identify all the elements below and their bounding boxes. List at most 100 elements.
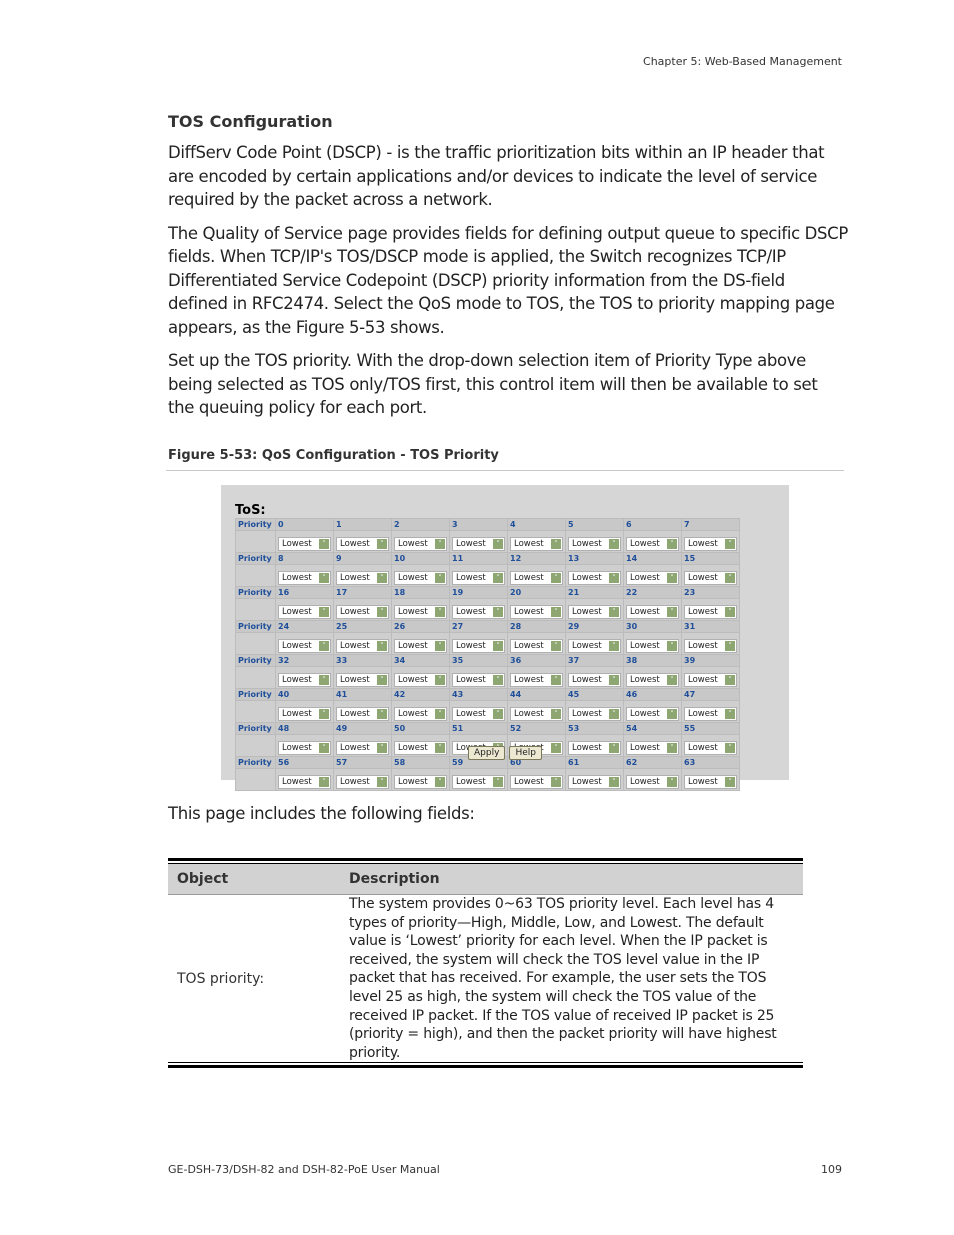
tos-priority-select[interactable]: Lowest ˅ <box>626 537 679 551</box>
tos-priority-select[interactable]: Lowest ˅ <box>336 639 389 653</box>
chevron-down-icon[interactable]: ˅ <box>725 709 735 719</box>
tos-priority-select[interactable]: Lowest ˅ <box>336 707 389 721</box>
chevron-down-icon[interactable]: ˅ <box>609 539 619 549</box>
chevron-down-icon[interactable]: ˅ <box>667 675 677 685</box>
chevron-down-icon[interactable]: ˅ <box>667 607 677 617</box>
chevron-down-icon[interactable]: ˅ <box>377 641 387 651</box>
tos-priority-select[interactable]: Lowest ˅ <box>278 571 331 585</box>
tos-priority-select[interactable]: Lowest ˅ <box>394 707 447 721</box>
chevron-down-icon[interactable]: ˅ <box>667 539 677 549</box>
chevron-down-icon[interactable]: ˅ <box>435 573 445 583</box>
chevron-down-icon[interactable]: ˅ <box>725 777 735 787</box>
tos-priority-select[interactable]: Lowest ˅ <box>684 639 737 653</box>
chevron-down-icon[interactable]: ˅ <box>609 777 619 787</box>
tos-priority-select[interactable]: Lowest ˅ <box>278 639 331 653</box>
tos-priority-select[interactable]: Lowest ˅ <box>510 571 563 585</box>
chevron-down-icon[interactable]: ˅ <box>725 641 735 651</box>
tos-priority-select[interactable]: Lowest ˅ <box>510 639 563 653</box>
chevron-down-icon[interactable]: ˅ <box>725 675 735 685</box>
tos-priority-select[interactable]: Lowest ˅ <box>626 571 679 585</box>
chevron-down-icon[interactable]: ˅ <box>493 573 503 583</box>
chevron-down-icon[interactable]: ˅ <box>667 641 677 651</box>
chevron-down-icon[interactable]: ˅ <box>725 607 735 617</box>
chevron-down-icon[interactable]: ˅ <box>319 641 329 651</box>
tos-priority-select[interactable]: Lowest ˅ <box>394 571 447 585</box>
tos-priority-select[interactable]: Lowest ˅ <box>278 775 331 789</box>
tos-priority-select[interactable]: Lowest ˅ <box>510 605 563 619</box>
chevron-down-icon[interactable]: ˅ <box>725 539 735 549</box>
chevron-down-icon[interactable]: ˅ <box>551 573 561 583</box>
tos-priority-select[interactable]: Lowest ˅ <box>568 775 621 789</box>
tos-priority-select[interactable]: Lowest ˅ <box>452 571 505 585</box>
chevron-down-icon[interactable]: ˅ <box>493 709 503 719</box>
chevron-down-icon[interactable]: ˅ <box>377 675 387 685</box>
chevron-down-icon[interactable]: ˅ <box>493 539 503 549</box>
chevron-down-icon[interactable]: ˅ <box>667 709 677 719</box>
chevron-down-icon[interactable]: ˅ <box>609 641 619 651</box>
tos-priority-select[interactable]: Lowest ˅ <box>684 605 737 619</box>
tos-priority-select[interactable]: Lowest ˅ <box>394 537 447 551</box>
chevron-down-icon[interactable]: ˅ <box>609 709 619 719</box>
chevron-down-icon[interactable]: ˅ <box>435 777 445 787</box>
tos-priority-select[interactable]: Lowest ˅ <box>568 537 621 551</box>
chevron-down-icon[interactable]: ˅ <box>551 777 561 787</box>
chevron-down-icon[interactable]: ˅ <box>551 607 561 617</box>
tos-priority-select[interactable]: Lowest ˅ <box>278 537 331 551</box>
tos-priority-select[interactable]: Lowest ˅ <box>568 639 621 653</box>
chevron-down-icon[interactable]: ˅ <box>667 573 677 583</box>
chevron-down-icon[interactable]: ˅ <box>435 709 445 719</box>
chevron-down-icon[interactable]: ˅ <box>609 675 619 685</box>
tos-priority-select[interactable]: Lowest ˅ <box>452 605 505 619</box>
chevron-down-icon[interactable]: ˅ <box>319 607 329 617</box>
tos-priority-select[interactable]: Lowest ˅ <box>278 673 331 687</box>
chevron-down-icon[interactable]: ˅ <box>551 675 561 685</box>
chevron-down-icon[interactable]: ˅ <box>435 675 445 685</box>
chevron-down-icon[interactable]: ˅ <box>493 777 503 787</box>
chevron-down-icon[interactable]: ˅ <box>551 539 561 549</box>
tos-priority-select[interactable]: Lowest ˅ <box>684 707 737 721</box>
chevron-down-icon[interactable]: ˅ <box>725 573 735 583</box>
tos-priority-select[interactable]: Lowest ˅ <box>452 673 505 687</box>
tos-priority-select[interactable]: Lowest ˅ <box>394 639 447 653</box>
chevron-down-icon[interactable]: ˅ <box>319 539 329 549</box>
tos-priority-select[interactable]: Lowest ˅ <box>568 673 621 687</box>
tos-priority-select[interactable]: Lowest ˅ <box>568 707 621 721</box>
tos-priority-select[interactable]: Lowest ˅ <box>510 707 563 721</box>
tos-priority-select[interactable]: Lowest ˅ <box>510 775 563 789</box>
chevron-down-icon[interactable]: ˅ <box>319 573 329 583</box>
chevron-down-icon[interactable]: ˅ <box>377 777 387 787</box>
chevron-down-icon[interactable]: ˅ <box>551 641 561 651</box>
chevron-down-icon[interactable]: ˅ <box>319 777 329 787</box>
tos-priority-select[interactable]: Lowest ˅ <box>684 775 737 789</box>
chevron-down-icon[interactable]: ˅ <box>667 777 677 787</box>
tos-priority-select[interactable]: Lowest ˅ <box>394 775 447 789</box>
chevron-down-icon[interactable]: ˅ <box>435 539 445 549</box>
tos-priority-select[interactable]: Lowest ˅ <box>452 707 505 721</box>
tos-priority-select[interactable]: Lowest ˅ <box>278 605 331 619</box>
tos-priority-select[interactable]: Lowest ˅ <box>684 571 737 585</box>
tos-priority-select[interactable]: Lowest ˅ <box>626 775 679 789</box>
apply-button[interactable]: Apply <box>468 746 506 760</box>
tos-priority-select[interactable]: Lowest ˅ <box>336 673 389 687</box>
chevron-down-icon[interactable]: ˅ <box>609 573 619 583</box>
tos-priority-select[interactable]: Lowest ˅ <box>684 673 737 687</box>
tos-priority-select[interactable]: Lowest ˅ <box>336 571 389 585</box>
help-button[interactable]: Help <box>509 746 542 760</box>
chevron-down-icon[interactable]: ˅ <box>551 709 561 719</box>
chevron-down-icon[interactable]: ˅ <box>377 709 387 719</box>
chevron-down-icon[interactable]: ˅ <box>377 539 387 549</box>
tos-priority-select[interactable]: Lowest ˅ <box>452 537 505 551</box>
chevron-down-icon[interactable]: ˅ <box>493 675 503 685</box>
tos-priority-select[interactable]: Lowest ˅ <box>336 605 389 619</box>
tos-priority-select[interactable]: Lowest ˅ <box>394 673 447 687</box>
tos-priority-select[interactable]: Lowest ˅ <box>568 571 621 585</box>
chevron-down-icon[interactable]: ˅ <box>493 641 503 651</box>
chevron-down-icon[interactable]: ˅ <box>435 641 445 651</box>
tos-priority-select[interactable]: Lowest ˅ <box>452 639 505 653</box>
tos-priority-select[interactable]: Lowest ˅ <box>394 605 447 619</box>
tos-priority-select[interactable]: Lowest ˅ <box>278 707 331 721</box>
chevron-down-icon[interactable]: ˅ <box>609 607 619 617</box>
tos-priority-select[interactable]: Lowest ˅ <box>684 537 737 551</box>
tos-priority-select[interactable]: Lowest ˅ <box>510 673 563 687</box>
chevron-down-icon[interactable]: ˅ <box>493 607 503 617</box>
